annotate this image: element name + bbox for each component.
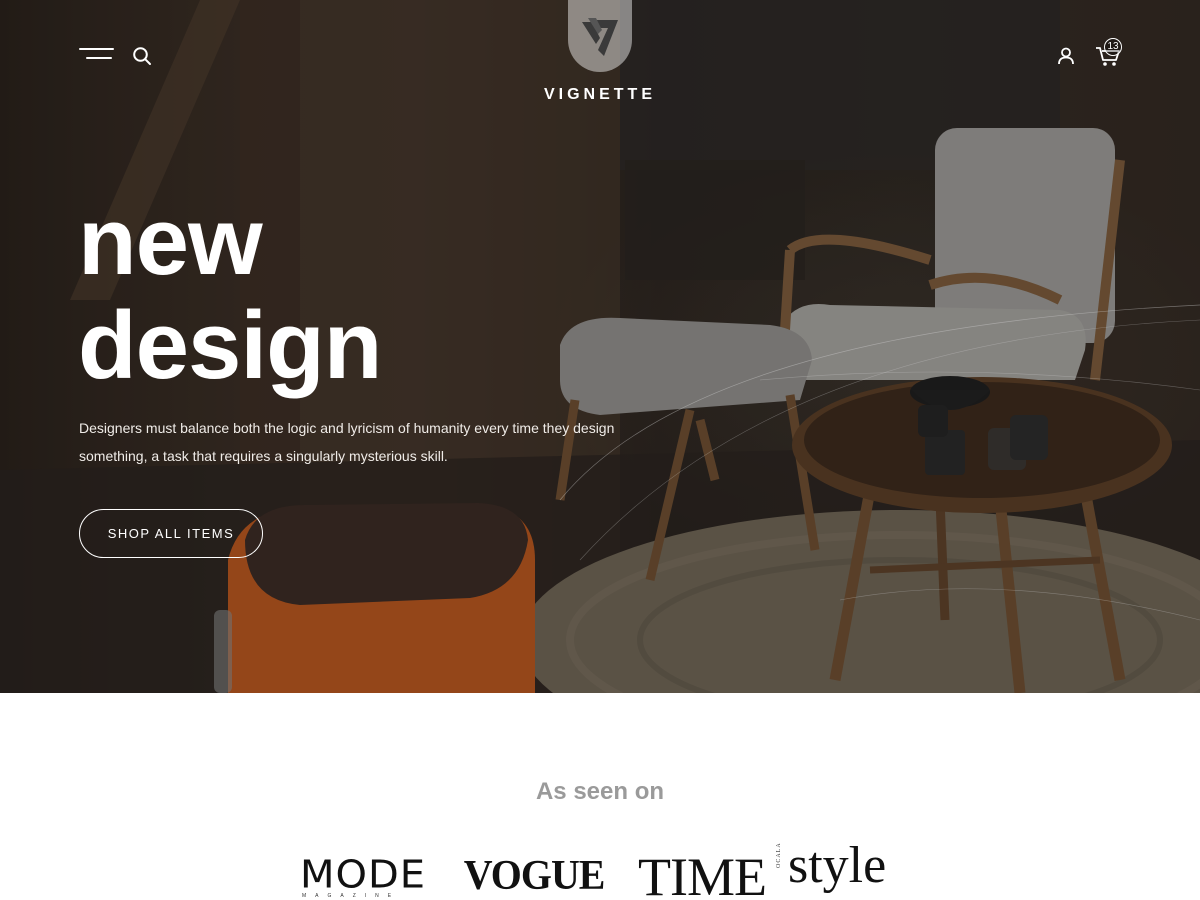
cart-count-badge: 13 <box>1104 38 1122 56</box>
logo-text: VIGNETTE <box>543 86 656 103</box>
logo-mark-icon <box>582 18 618 56</box>
brand-logo-vogue: VOGUE <box>463 853 606 899</box>
hero-title: new design <box>78 188 382 399</box>
hero-title-line-2: design <box>78 292 382 399</box>
search-icon[interactable] <box>132 46 152 66</box>
logo-badge <box>568 0 632 72</box>
hero-section: VIGNETTE 13 new design Designers must ba… <box>0 0 1200 693</box>
brand-logo-mode-subtitle: MAGAZINE <box>302 893 401 899</box>
user-icon[interactable] <box>1056 46 1076 66</box>
press-heading: As seen on <box>535 778 665 805</box>
shop-all-items-button[interactable]: SHOP ALL ITEMS <box>79 509 263 558</box>
brand-logo-time: TIME <box>638 847 767 900</box>
logo[interactable]: VIGNETTE <box>540 0 660 110</box>
brand-logo-style-subtitle: OCALA <box>776 842 782 868</box>
brand-logo-mode: MODE <box>300 853 427 897</box>
hero-description: Designers must balance both the logic an… <box>79 420 615 464</box>
hamburger-menu-icon <box>79 48 114 50</box>
brand-logo-style: style <box>788 837 887 894</box>
menu-button[interactable] <box>79 46 115 66</box>
hero-title-line-1: new <box>78 188 263 295</box>
